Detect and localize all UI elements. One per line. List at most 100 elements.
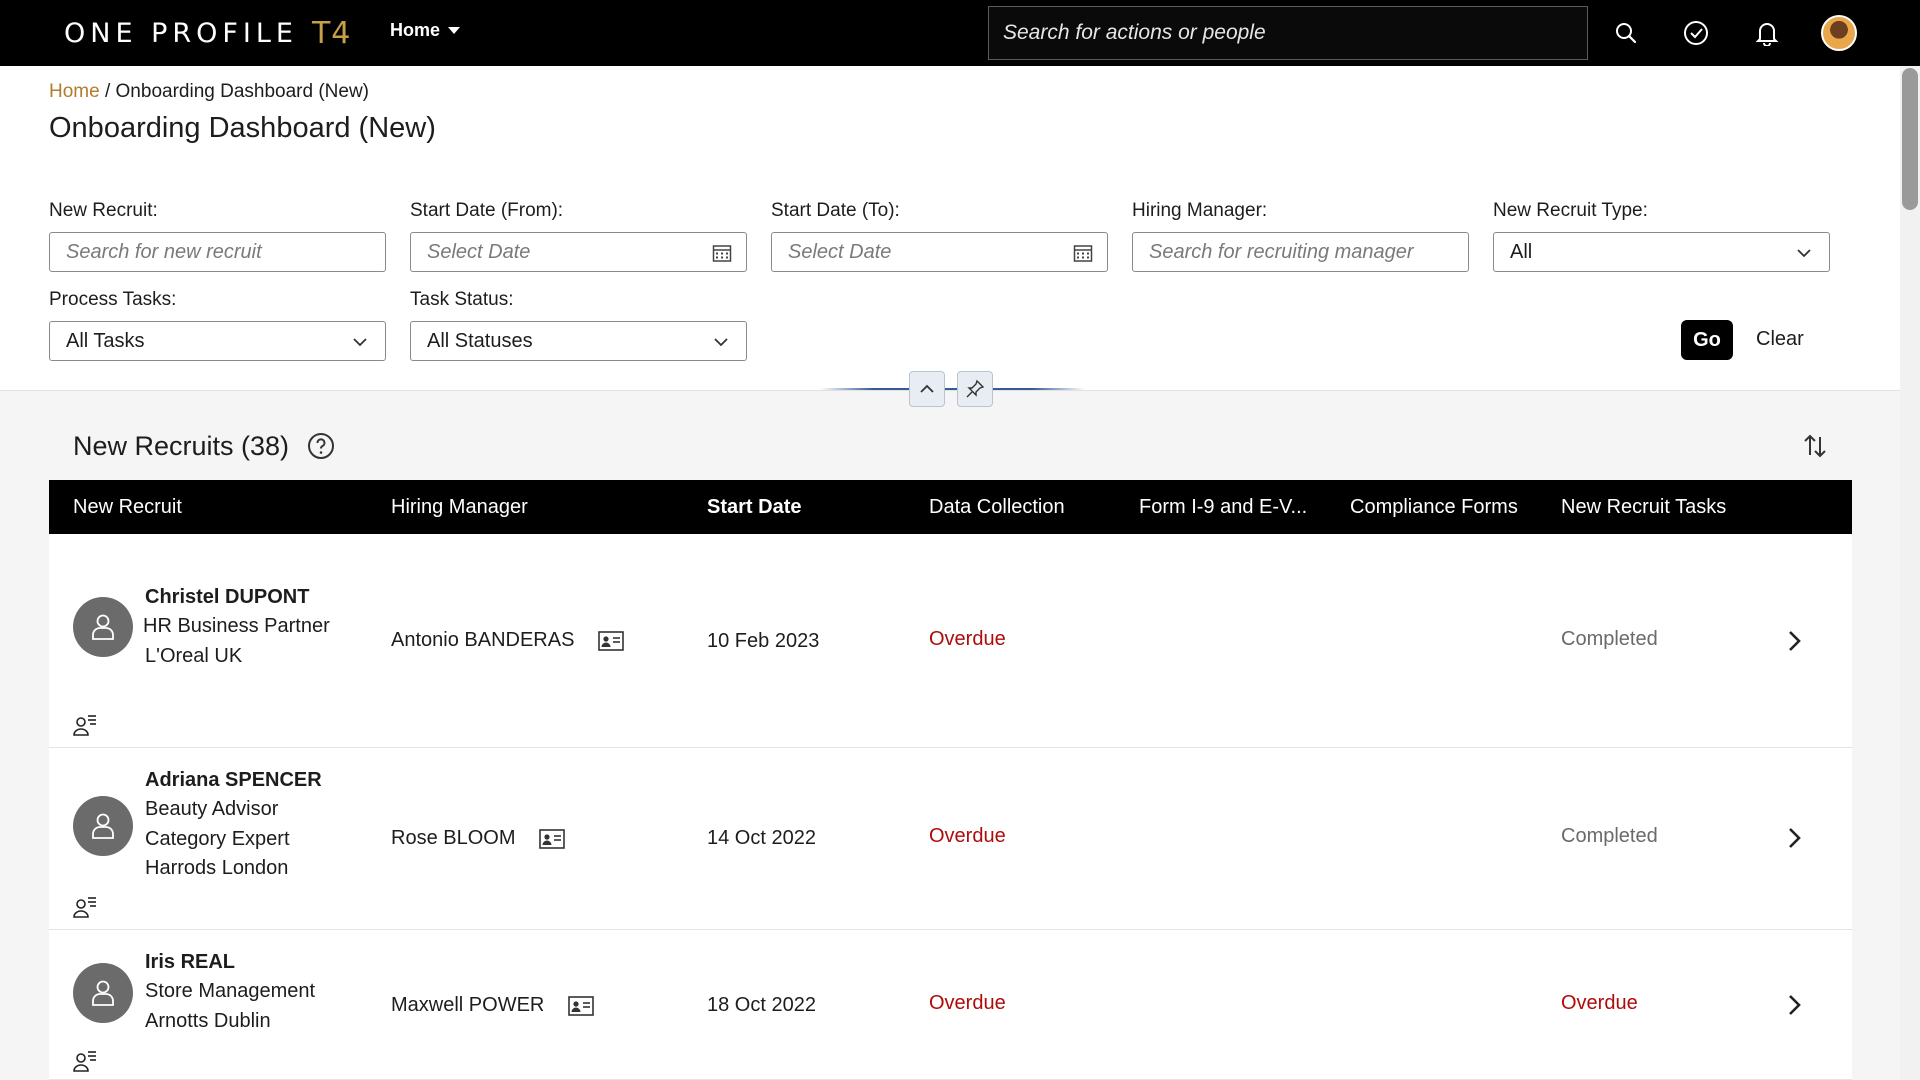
new-recruits-title: New Recruits (38) [73,431,290,461]
start-date-from-input[interactable]: Select Date [410,232,747,272]
person-placeholder-icon [73,796,133,856]
table-row[interactable]: Iris REAL Store Management Arnotts Dubli… [49,930,1852,1080]
contact-card-icon[interactable] [568,995,595,1016]
page-title: Onboarding Dashboard (New) [49,112,436,144]
app-logo[interactable]: ONE PROFILE T4 [64,14,351,52]
recruit-role: HR Business Partner [143,615,330,637]
hiring-manager-cell: Rose BLOOM [391,827,566,850]
calendar-icon[interactable] [1073,243,1093,263]
recruit-specialty: Category Expert [145,828,290,850]
chevron-up-icon [920,384,934,393]
recruit-type-select[interactable]: All [1493,232,1830,272]
logo-text: ONE PROFILE [64,17,298,49]
task-status-value: All Statuses [427,329,533,352]
sort-icon[interactable] [1800,431,1830,461]
recruit-type-value: All [1510,240,1533,263]
hiring-manager-name: Rose BLOOM [391,827,516,849]
column-hiring-manager[interactable]: Hiring Manager [391,496,528,519]
help-icon[interactable] [307,432,335,460]
recruit-tasks-status: Overdue [1561,992,1638,1014]
logo-suffix: T4 [311,15,352,51]
process-tasks-label: Process Tasks: [49,289,177,310]
home-menu-label: Home [390,20,441,40]
breadcrumb: Home / Onboarding Dashboard (New) [49,81,369,103]
top-bar: ONE PROFILE T4 Home [0,0,1920,66]
chevron-down-icon [353,338,367,347]
start-date-to-input[interactable]: Select Date [771,232,1108,272]
data-collection-status: Overdue [929,992,1006,1014]
page-scrollbar[interactable] [1900,66,1920,1080]
start-date-from-label: Start Date (From): [410,200,564,221]
hiring-manager-search-input[interactable]: Search for recruiting manager [1132,232,1469,272]
recruit-location: Harrods London [145,857,289,879]
contact-card-icon[interactable] [598,630,625,651]
table-row[interactable]: Adriana SPENCER Beauty Advisor Category … [49,748,1852,930]
recruit-role: Store Management [145,980,316,1002]
column-data-collection[interactable]: Data Collection [929,496,1065,519]
column-compliance-forms[interactable]: Compliance Forms [1350,496,1518,519]
chevron-down-icon [714,338,728,347]
go-button[interactable]: Go [1681,320,1733,360]
recruits-table-body: Christel DUPONT HR Business Partner L'Or… [49,534,1852,1080]
contact-card-icon[interactable] [539,828,566,849]
start-date-from-placeholder: Select Date [427,240,531,263]
data-collection-status: Overdue [929,825,1006,847]
person-placeholder-icon [73,963,133,1023]
recruit-tasks-status: Completed [1561,825,1658,847]
recruit-location: L'Oreal UK [145,645,243,667]
collapse-header-button[interactable] [909,371,945,407]
task-status-select[interactable]: All Statuses [410,321,747,361]
calendar-icon[interactable] [712,243,732,263]
person-list-icon[interactable] [73,1050,97,1072]
scrollbar-thumb[interactable] [1902,68,1918,210]
table-row[interactable]: Christel DUPONT HR Business Partner L'Or… [49,534,1852,748]
breadcrumb-home-link[interactable]: Home [49,81,100,102]
recruit-tasks-status: Completed [1561,628,1658,650]
global-search-input[interactable] [988,6,1588,60]
recruit-type-label: New Recruit Type: [1493,200,1648,221]
chevron-right-icon[interactable] [1782,626,1806,656]
new-recruit-search-input[interactable]: Search for new recruit [49,232,386,272]
start-date-to-placeholder: Select Date [788,240,892,263]
start-date-cell: 14 Oct 2022 [707,827,816,849]
recruit-name[interactable]: Christel DUPONT [145,586,309,609]
recruit-name[interactable]: Iris REAL [145,951,235,974]
process-tasks-select[interactable]: All Tasks [49,321,386,361]
hiring-manager-cell: Maxwell POWER [391,994,595,1017]
new-recruit-label: New Recruit: [49,200,158,221]
chevron-down-icon [1797,249,1811,258]
recruit-location: Arnotts Dublin [145,1010,271,1032]
chevron-right-icon[interactable] [1782,990,1806,1020]
table-header: New Recruit Hiring Manager Start Date Da… [49,480,1852,534]
clear-button[interactable]: Clear [1756,328,1804,351]
home-menu-button[interactable]: Home [390,20,461,41]
breadcrumb-separator: / [104,81,111,102]
hiring-manager-placeholder: Search for recruiting manager [1149,240,1414,263]
hiring-manager-name: Antonio BANDERAS [391,629,575,651]
person-list-icon[interactable] [73,896,97,918]
new-recruit-placeholder: Search for new recruit [66,240,262,263]
caret-down-icon [448,27,461,34]
chevron-right-icon[interactable] [1782,823,1806,853]
task-status-label: Task Status: [410,289,514,310]
start-date-cell: 18 Oct 2022 [707,994,816,1016]
pin-header-button[interactable] [957,371,993,407]
recruit-role: Beauty Advisor [145,798,279,820]
user-avatar[interactable] [1821,15,1857,51]
hiring-manager-cell: Antonio BANDERAS [391,629,625,652]
search-icon[interactable] [1611,18,1641,48]
task-check-icon[interactable] [1681,18,1711,48]
column-new-recruit[interactable]: New Recruit [73,496,182,519]
column-start-date[interactable]: Start Date [707,496,801,519]
person-placeholder-icon [73,597,133,657]
hiring-manager-name: Maxwell POWER [391,994,545,1016]
recruit-name[interactable]: Adriana SPENCER [145,769,322,792]
person-list-icon[interactable] [73,714,97,736]
breadcrumb-current: Onboarding Dashboard (New) [115,81,369,102]
data-collection-status: Overdue [929,628,1006,650]
process-tasks-value: All Tasks [66,329,145,352]
column-form-i9[interactable]: Form I-9 and E-V... [1139,496,1307,519]
bell-icon[interactable] [1752,18,1782,48]
header-divider [820,388,1085,390]
column-new-recruit-tasks[interactable]: New Recruit Tasks [1561,496,1726,519]
